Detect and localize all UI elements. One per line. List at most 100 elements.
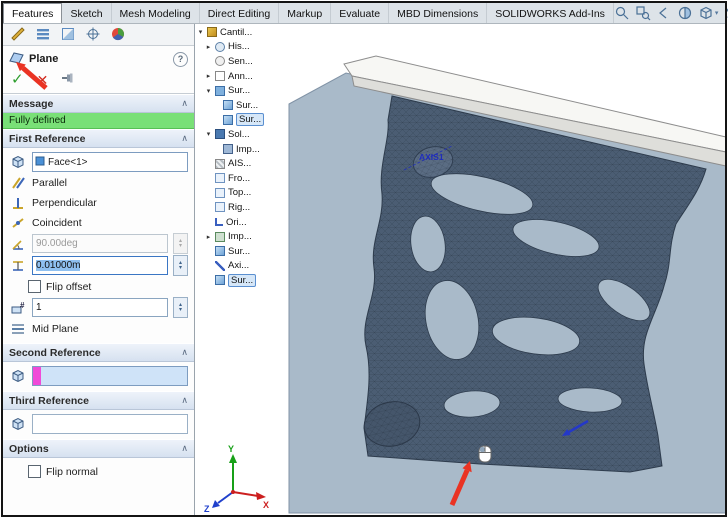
tree-item[interactable]: Sur... xyxy=(197,273,293,288)
orientation-triad: Y X Z xyxy=(204,444,269,514)
tree-item-label: Imp... xyxy=(236,144,260,155)
triad-x-label: X xyxy=(263,500,269,510)
tab-mesh-modeling[interactable]: Mesh Modeling xyxy=(112,3,200,23)
expand-icon[interactable]: ▾ xyxy=(197,28,204,36)
tree-item-label: AIS... xyxy=(228,158,251,169)
tree-item-label: Axi... xyxy=(228,260,249,271)
imported-feature-icon xyxy=(215,232,225,242)
section-title: First Reference xyxy=(9,133,85,145)
tree-item[interactable]: AIS... xyxy=(197,156,293,171)
property-manager-tab-icon[interactable] xyxy=(9,25,27,43)
offset-spinner[interactable]: ▴▾ xyxy=(173,255,188,276)
zoom-to-area-icon[interactable] xyxy=(635,5,651,21)
first-reference-section-header[interactable]: First Reference ∧ xyxy=(3,129,194,148)
section-title: Third Reference xyxy=(9,395,89,407)
tree-item[interactable]: ▾Cantil... xyxy=(197,25,293,40)
axis-label: AXIS1 xyxy=(419,152,444,162)
section-view-icon[interactable] xyxy=(677,5,693,21)
tree-item-label: Fro... xyxy=(228,173,250,184)
tree-item[interactable]: ▾Sol... xyxy=(197,127,293,142)
num-planes-field[interactable]: 1 xyxy=(32,298,168,317)
checkbox-label: Flip offset xyxy=(46,281,91,293)
tree-item[interactable]: ▸Imp... xyxy=(197,229,293,244)
origin-icon xyxy=(215,218,223,226)
tree-item[interactable]: Imp... xyxy=(197,142,293,157)
material-icon xyxy=(215,159,225,169)
tree-item[interactable]: Sur... xyxy=(197,98,293,113)
message-section-header[interactable]: Message ∧ xyxy=(3,94,194,113)
flip-normal-checkbox[interactable] xyxy=(28,465,41,478)
tree-item[interactable]: Fro... xyxy=(197,171,293,186)
mid-plane-option[interactable]: Mid Plane xyxy=(9,319,188,338)
cancel-button[interactable]: ✕ xyxy=(37,73,49,87)
panel-tab-strip xyxy=(3,23,194,46)
tree-item[interactable]: ▾Sur... xyxy=(197,83,293,98)
second-reference-selection-box[interactable] xyxy=(32,366,188,386)
third-reference-selection-box[interactable] xyxy=(32,414,188,434)
tree-item[interactable]: Sur... xyxy=(197,244,293,259)
expand-icon[interactable]: ▾ xyxy=(205,87,212,95)
pin-icon[interactable] xyxy=(61,71,75,88)
tree-item[interactable]: Sen... xyxy=(197,54,293,69)
annotations-folder-icon xyxy=(215,71,225,81)
expand-icon[interactable]: ▾ xyxy=(205,130,212,138)
tree-item[interactable]: ▸Ann... xyxy=(197,69,293,84)
second-reference-section-header[interactable]: Second Reference ∧ xyxy=(3,343,194,362)
angle-field[interactable]: 90.00deg xyxy=(32,234,168,253)
option-label: Parallel xyxy=(32,177,67,189)
expand-icon[interactable]: ▸ xyxy=(205,72,212,80)
solid-body-icon xyxy=(223,144,233,154)
help-icon[interactable]: ? xyxy=(173,52,188,67)
tab-markup[interactable]: Markup xyxy=(279,3,331,23)
history-folder-icon xyxy=(215,42,225,52)
flip-normal-row[interactable]: Flip normal xyxy=(28,462,188,481)
zoom-to-fit-icon[interactable] xyxy=(614,5,630,21)
tree-item[interactable]: Rig... xyxy=(197,200,293,215)
tab-direct-editing[interactable]: Direct Editing xyxy=(200,3,279,23)
tree-item[interactable]: Ori... xyxy=(197,215,293,230)
surface-body-icon xyxy=(223,100,233,110)
angle-spinner[interactable]: ▴▾ xyxy=(173,233,188,254)
dimxpert-tab-icon[interactable] xyxy=(84,25,102,43)
section-title: Options xyxy=(9,443,49,455)
tab-solidworks-add-ins[interactable]: SOLIDWORKS Add-Ins xyxy=(487,3,614,23)
view-orientation-icon[interactable]: ▾ xyxy=(698,5,719,21)
flip-offset-row[interactable]: Flip offset xyxy=(28,277,188,296)
expand-icon[interactable]: ▸ xyxy=(205,233,212,241)
chevron-up-icon: ∧ xyxy=(181,443,188,454)
configuration-tab-icon[interactable] xyxy=(34,25,52,43)
tab-evaluate[interactable]: Evaluate xyxy=(331,3,389,23)
tree-item[interactable]: Axi... xyxy=(197,259,293,274)
surface-feature-icon xyxy=(215,246,225,256)
confirm-button[interactable]: ✓ xyxy=(11,73,24,87)
coincident-option[interactable]: Coincident xyxy=(9,213,188,232)
tab-features[interactable]: Features xyxy=(3,3,62,23)
offset-distance-field[interactable]: 0.01000m xyxy=(32,256,168,275)
selection-value: Face<1> xyxy=(48,157,87,168)
plane-feature-icon xyxy=(9,51,24,67)
third-reference-section-header[interactable]: Third Reference ∧ xyxy=(3,391,194,410)
triad-z-label: Z xyxy=(204,504,210,514)
tab-sketch[interactable]: Sketch xyxy=(62,3,111,23)
previous-view-icon[interactable] xyxy=(656,5,672,21)
plane-icon xyxy=(215,173,225,183)
first-reference-selection-box[interactable]: Face<1> xyxy=(32,152,188,172)
number-of-planes-icon: # xyxy=(9,300,27,316)
appearance-tab-icon[interactable] xyxy=(109,25,127,43)
options-section-header[interactable]: Options ∧ xyxy=(3,439,194,458)
perpendicular-option[interactable]: Perpendicular xyxy=(9,193,188,212)
tree-item[interactable]: Sur... xyxy=(197,113,293,128)
surface-plane-icon xyxy=(215,275,225,285)
num-planes-spinner[interactable]: ▴▾ xyxy=(173,297,188,318)
surface-bodies-folder-icon xyxy=(215,86,225,96)
option-label: Perpendicular xyxy=(32,197,97,209)
tree-item[interactable]: ▸His... xyxy=(197,40,293,55)
tree-item[interactable]: Top... xyxy=(197,186,293,201)
flip-offset-checkbox[interactable] xyxy=(28,280,41,293)
display-style-icon[interactable]: ▾ xyxy=(723,5,728,21)
parallel-option[interactable]: Parallel xyxy=(9,173,188,192)
tab-mbd-dimensions[interactable]: MBD Dimensions xyxy=(389,3,487,23)
tree-item-label: Top... xyxy=(228,187,251,198)
expand-icon[interactable]: ▸ xyxy=(205,43,212,51)
display-pane-tab-icon[interactable] xyxy=(59,25,77,43)
